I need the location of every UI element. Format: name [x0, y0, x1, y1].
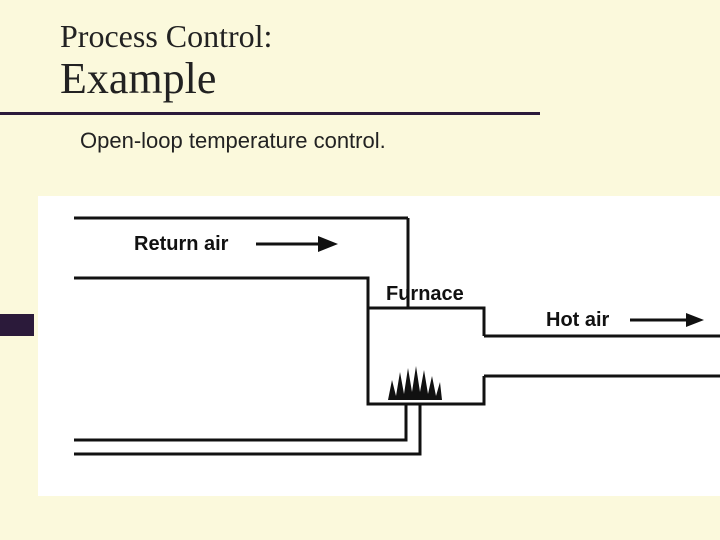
diagram-figure: Return air Furnace Hot air	[38, 196, 720, 496]
slide-subtitle: Open-loop temperature control.	[80, 128, 386, 154]
heading-title: Example	[60, 53, 272, 104]
open-loop-furnace-diagram: Return air Furnace Hot air	[38, 196, 720, 496]
heading-kicker: Process Control:	[60, 18, 272, 55]
left-accent-bar	[0, 314, 34, 336]
return-air-arrow-icon	[256, 236, 338, 252]
fuel-line	[74, 404, 420, 454]
hot-air-duct	[484, 336, 720, 376]
hot-air-label: Hot air	[546, 309, 610, 331]
furnace-label: Furnace	[386, 283, 464, 305]
return-air-label: Return air	[134, 233, 229, 255]
hot-air-arrow-icon	[630, 313, 704, 327]
heading-underline	[0, 112, 540, 115]
slide-heading: Process Control: Example	[60, 18, 272, 104]
return-air-duct	[74, 218, 408, 308]
flame-icon	[388, 366, 442, 400]
